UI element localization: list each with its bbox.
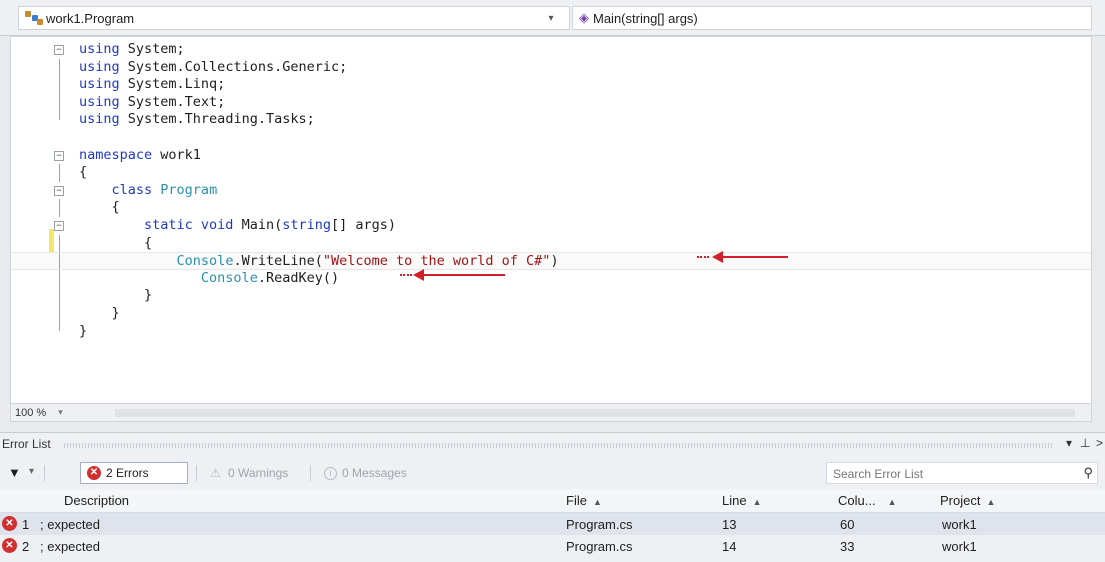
code-line[interactable]: using System.Collections.Generic; [11, 58, 1091, 77]
annotation-arrow [413, 269, 505, 281]
code-line[interactable]: Console.ReadKey() [11, 269, 1091, 288]
class-icon [25, 11, 43, 25]
column-header-description[interactable]: Description [64, 493, 129, 508]
code-line-current[interactable]: Console.WriteLine("Welcome to the world … [11, 252, 1091, 270]
code-line[interactable]: { [11, 164, 1091, 182]
error-squiggle [400, 272, 412, 276]
row-project: work1 [942, 517, 977, 532]
code-line[interactable] [11, 129, 1091, 147]
row-column: 60 [840, 517, 855, 532]
code-line[interactable]: − using System; [11, 41, 1091, 59]
row-description: ; expected [40, 517, 100, 532]
chevron-down-icon[interactable]: ▾ [58, 407, 63, 418]
panel-title-grip [64, 443, 1054, 448]
column-header-file[interactable]: File ▲ [566, 493, 602, 508]
warning-icon: ⚠ [210, 465, 221, 480]
row-line: 14 [722, 539, 737, 554]
horizontal-scrollbar[interactable] [115, 409, 1075, 417]
table-row[interactable]: ✕ 2 ; expected Program.cs 14 33 work1 [0, 535, 1105, 557]
info-icon: i [324, 466, 337, 480]
member-combo-label: Main(string[] args) [593, 10, 698, 26]
member-navigation-dropdown[interactable]: ◈ Main(string[] args) [572, 6, 1092, 30]
row-column: 33 [840, 539, 855, 554]
code-line[interactable]: } [11, 304, 1091, 323]
errors-button-label: 2 Errors [106, 466, 149, 480]
code-text: System; [127, 41, 185, 57]
row-line: 13 [722, 517, 737, 532]
code-line[interactable]: using System.Linq; [11, 76, 1091, 94]
chevron-down-icon[interactable]: ▾ [1066, 436, 1072, 450]
row-description: ; expected [40, 539, 100, 554]
collapse-icon[interactable]: − [54, 45, 64, 55]
pin-icon[interactable]: ⊥ [1080, 436, 1090, 450]
code-line[interactable]: } [11, 322, 1091, 341]
error-list-toolbar: ▼ ▾ ✕ 2 Errors ⚠ 0 Warnings i 0 Messages… [0, 459, 1105, 487]
collapse-icon[interactable]: − [54, 220, 64, 231]
messages-button-label: 0 Messages [342, 466, 407, 480]
collapse-icon[interactable]: − [54, 150, 64, 161]
search-icon[interactable]: ⚲ [1083, 465, 1093, 481]
error-icon: ✕ [2, 538, 17, 553]
warnings-button-label: 0 Warnings [228, 466, 289, 480]
error-squiggle [697, 254, 709, 258]
sort-ascending-icon: ▲ [887, 497, 897, 507]
class-combo-label: work1.Program [46, 10, 135, 26]
sort-ascending-icon: ▲ [592, 497, 602, 507]
row-number: 1 [22, 517, 30, 532]
chevron-down-icon[interactable]: ▾ [543, 13, 559, 24]
sort-ascending-icon: ▲ [752, 497, 762, 507]
warnings-filter-button[interactable]: ⚠ 0 Warnings [204, 462, 294, 484]
code-line[interactable]: using System.Text; [11, 93, 1091, 112]
errors-filter-button[interactable]: ✕ 2 Errors [80, 462, 188, 484]
column-header-column[interactable]: Colu... ▲ [838, 493, 897, 508]
row-project: work1 [942, 539, 977, 554]
code-line[interactable]: − class Program [11, 182, 1091, 200]
column-header-project[interactable]: Project ▲ [940, 493, 995, 508]
code-line[interactable]: } [11, 287, 1091, 305]
class-navigation-dropdown[interactable]: work1.Program ▾ [18, 6, 570, 30]
row-file: Program.cs [566, 539, 633, 554]
code-line[interactable]: − static void Main(string[] args) [11, 217, 1091, 235]
code-area[interactable]: − using System; using System.Collections.… [11, 41, 1091, 340]
code-line[interactable]: { [11, 234, 1091, 253]
panel-title: Error List [2, 437, 51, 451]
code-line[interactable]: { [11, 199, 1091, 217]
sort-ascending-icon: ▲ [986, 497, 996, 507]
close-icon[interactable]: > [1096, 436, 1103, 450]
messages-filter-button[interactable]: i 0 Messages [318, 462, 413, 484]
filter-icon[interactable]: ▼ [8, 465, 21, 480]
zoom-bar: 100 % ▾ [10, 404, 1092, 422]
method-icon: ◈ [579, 10, 589, 25]
error-icon: ✕ [87, 466, 101, 480]
search-error-list-input[interactable]: Search Error List ⚲ [826, 462, 1098, 484]
code-line[interactable]: using System.Threading.Tasks; [11, 111, 1091, 129]
collapse-icon[interactable]: − [54, 185, 64, 196]
error-list-panel: Error List ▾ ⊥ > ▼ ▾ ✕ 2 Errors ⚠ 0 Warn… [0, 432, 1105, 562]
navigation-bar: work1.Program ▾ ◈ Main(string[] args) [0, 0, 1105, 36]
code-editor[interactable]: − using System; using System.Collections.… [10, 36, 1092, 404]
table-row[interactable]: ✕ 1 ; expected Program.cs 13 60 work1 [0, 513, 1105, 535]
code-line[interactable]: − namespace work1 [11, 147, 1091, 165]
annotation-arrow [712, 251, 788, 263]
table-header: Description File ▲ Line ▲ Colu... ▲ Project… [0, 489, 1105, 513]
zoom-level[interactable]: 100 % [15, 407, 46, 419]
row-number: 2 [22, 539, 30, 554]
search-placeholder: Search Error List [833, 467, 924, 481]
column-header-line[interactable]: Line ▲ [722, 493, 762, 508]
row-file: Program.cs [566, 517, 633, 532]
error-table: Description File ▲ Line ▲ Colu... ▲ Project… [0, 489, 1105, 557]
error-icon: ✕ [2, 516, 17, 531]
chevron-down-icon[interactable]: ▾ [29, 466, 34, 477]
